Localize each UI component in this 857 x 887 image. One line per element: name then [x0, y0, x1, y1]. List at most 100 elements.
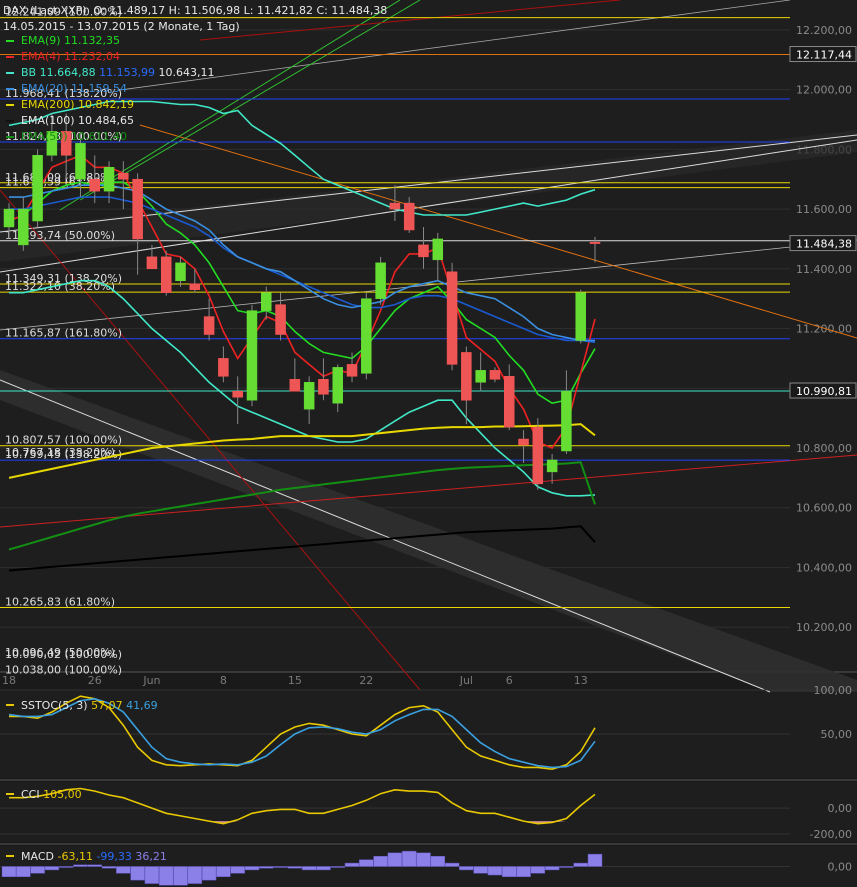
macd-bar: [330, 866, 345, 868]
macd-bar: [287, 866, 303, 869]
macd-bar: [16, 866, 31, 877]
macd-bar: [459, 866, 474, 871]
cci-tick-label: 0,00: [828, 802, 853, 815]
x-tick-label: Jul: [459, 674, 473, 687]
macd-swatch: [6, 855, 14, 857]
candle-body: [589, 241, 601, 244]
macd-bar: [1, 866, 17, 877]
macd-bar: [216, 866, 231, 877]
candle-body: [318, 379, 329, 395]
price-tag-label: 12.117,44: [796, 49, 852, 62]
y-tick-label: 10.800,00: [796, 442, 852, 455]
macd-bar: [573, 862, 588, 867]
candle-body: [518, 438, 529, 446]
macd-bar: [259, 866, 274, 869]
y-tick-label: 10.600,00: [796, 502, 852, 515]
macd-bar: [44, 866, 60, 871]
macd-bar: [387, 852, 403, 867]
macd-bar: [58, 866, 74, 868]
candle-body: [132, 178, 143, 240]
macd-bar: [373, 856, 388, 867]
candle-body: [432, 238, 444, 261]
legend-swatch: [6, 72, 14, 74]
candle-body: [389, 202, 401, 210]
x-tick-label: 6: [506, 674, 513, 687]
candle-body: [75, 143, 86, 180]
candle-body: [32, 155, 43, 222]
fib-label: 11.165,87 (161.80%): [5, 327, 122, 340]
macd-bar: [444, 862, 460, 867]
macd-bar: [344, 862, 360, 867]
candle-body: [346, 364, 358, 377]
macd-bar: [401, 850, 417, 867]
candle-body: [246, 310, 258, 401]
macd-bar: [73, 864, 88, 867]
price-tag-label: 10.990,81: [796, 385, 852, 398]
macd-bar: [530, 866, 546, 874]
x-tick-label: 8: [220, 674, 227, 687]
y-tick-label: 12.000,00: [796, 84, 852, 97]
candle-body: [175, 262, 186, 281]
header-range-row: 14.05.2015 - 13.07.2015 (2 Monate, 1 Tag…: [3, 19, 387, 35]
cci-label: CCI 105,00: [21, 788, 82, 801]
macd-bar: [559, 866, 574, 868]
candle-body: [575, 292, 586, 341]
legend-swatch: [6, 104, 14, 106]
candle-body: [189, 283, 201, 290]
candle-body: [118, 172, 129, 180]
macd-bar: [244, 866, 260, 871]
macd-bar: [87, 864, 103, 867]
candle-body: [489, 370, 501, 380]
x-tick-label: 13: [574, 674, 588, 687]
sstoc-label: SSTOC(5, 3) 57,07 41,69: [21, 699, 158, 712]
macd-bar: [101, 866, 117, 869]
candle-body: [160, 256, 172, 293]
macd-bar: [230, 866, 245, 874]
macd-bar: [130, 866, 145, 881]
macd-bar: [544, 866, 560, 871]
candle-body: [461, 352, 472, 401]
fib-label: 10.265,83 (61.80%): [5, 596, 115, 609]
candle-body: [261, 292, 272, 311]
sstoc-swatch: [6, 704, 14, 706]
price-tag-label: 11.484,38: [796, 238, 852, 251]
macd-bar: [301, 866, 317, 871]
candle-body: [475, 370, 486, 383]
candle-body: [375, 262, 386, 299]
x-tick-label: 26: [88, 674, 102, 687]
macd-bar: [501, 866, 517, 877]
candle-body: [3, 208, 15, 228]
symbol-label: DAX (Last XXP): [3, 4, 87, 17]
ohlc-label: O: 11.489,17 H: 11.506,98 L: 11.421,82 C…: [93, 4, 388, 17]
legend-item: BB 11.664,88 11.153,99 10.643,11: [21, 66, 215, 79]
legend-item: EMA(200) 10.842,19: [21, 98, 134, 111]
chart: 10.200,0010.400,0010.600,0010.800,0011.2…: [0, 0, 857, 887]
candle-body: [146, 256, 158, 270]
macd-bar: [473, 866, 488, 874]
fib-label: 10.759,45 (138.20%): [5, 448, 122, 461]
candle-body: [503, 376, 515, 428]
macd-bar: [30, 866, 45, 874]
legend-swatch: [6, 136, 14, 138]
legend-item: EMA(4) 11.232,04: [21, 50, 120, 63]
x-tick-label: 22: [359, 674, 373, 687]
macd-bar: [487, 866, 503, 876]
macd-bar: [587, 853, 603, 867]
legend-swatch: [6, 40, 14, 42]
y-tick-label: 11.600,00: [796, 203, 852, 216]
macd-label: MACD -63,11 -99,33 36,21: [21, 850, 167, 863]
candle-body: [403, 202, 415, 231]
cci-swatch: [6, 793, 14, 795]
info-overlay: DAX (Last XXP) O: 11.489,17 H: 11.506,98…: [3, 3, 387, 35]
candle-body: [546, 459, 558, 473]
fib-label: 10.807,57 (100.00%): [5, 434, 122, 447]
legend-swatch: [6, 88, 14, 90]
macd-bar: [416, 852, 431, 867]
sstoc-tick-label: 50,00: [821, 728, 853, 741]
candle-body: [275, 304, 286, 335]
macd-bar: [430, 856, 446, 867]
macd-bar: [359, 859, 374, 867]
sstoc-tick-label: 100,00: [814, 684, 853, 697]
candle-body: [532, 426, 544, 485]
y-tick-label: 11.400,00: [796, 263, 852, 276]
